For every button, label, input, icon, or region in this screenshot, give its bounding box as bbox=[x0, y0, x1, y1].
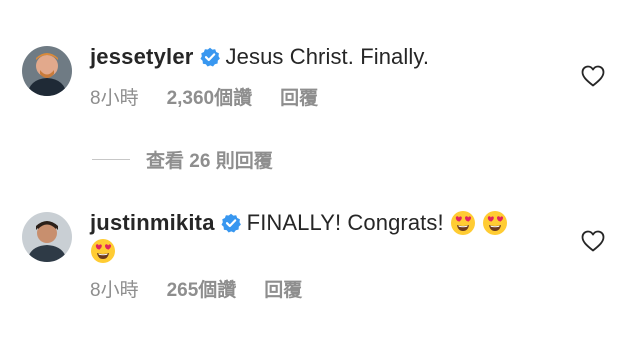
username-link[interactable]: jessetyler bbox=[90, 44, 194, 69]
avatar-image bbox=[22, 212, 72, 262]
timestamp[interactable]: 8小時 bbox=[90, 87, 139, 111]
comment-meta: 8小時 2,360個讚 回覆 bbox=[90, 87, 318, 111]
comment-body: jessetyler Jesus Christ. Finally. bbox=[90, 43, 429, 74]
verified-badge-icon bbox=[221, 212, 241, 240]
heart-eyes-emoji-icon bbox=[482, 210, 508, 243]
avatar[interactable] bbox=[22, 46, 72, 96]
timestamp[interactable]: 8小時 bbox=[90, 279, 139, 303]
avatar[interactable] bbox=[22, 212, 72, 262]
view-replies-button[interactable]: 查看 26 則回覆 bbox=[92, 145, 273, 173]
comment-text: Jesus Christ. Finally. bbox=[225, 44, 430, 69]
replies-divider bbox=[92, 158, 130, 160]
heart-outline-icon[interactable] bbox=[581, 230, 605, 252]
comment-body: justinmikita FINALLY! Congrats! bbox=[90, 209, 508, 243]
verified-badge-icon bbox=[200, 46, 220, 74]
reply-button[interactable]: 回覆 bbox=[264, 279, 302, 303]
heart-eyes-emoji-icon bbox=[450, 210, 476, 243]
heart-eyes-emoji-icon bbox=[90, 238, 116, 271]
heart-outline-icon[interactable] bbox=[581, 65, 605, 87]
like-count-button[interactable]: 265個讚 bbox=[167, 279, 237, 303]
comment-text: FINALLY! Congrats! bbox=[246, 210, 444, 235]
comment-text-continued bbox=[90, 237, 116, 271]
comment-meta: 8小時 265個讚 回覆 bbox=[90, 279, 302, 303]
username-link[interactable]: justinmikita bbox=[90, 210, 215, 235]
avatar-image bbox=[22, 46, 72, 96]
like-count-button[interactable]: 2,360個讚 bbox=[167, 87, 253, 111]
view-replies-label: 查看 26 則回覆 bbox=[146, 150, 273, 172]
reply-button[interactable]: 回覆 bbox=[280, 87, 318, 111]
